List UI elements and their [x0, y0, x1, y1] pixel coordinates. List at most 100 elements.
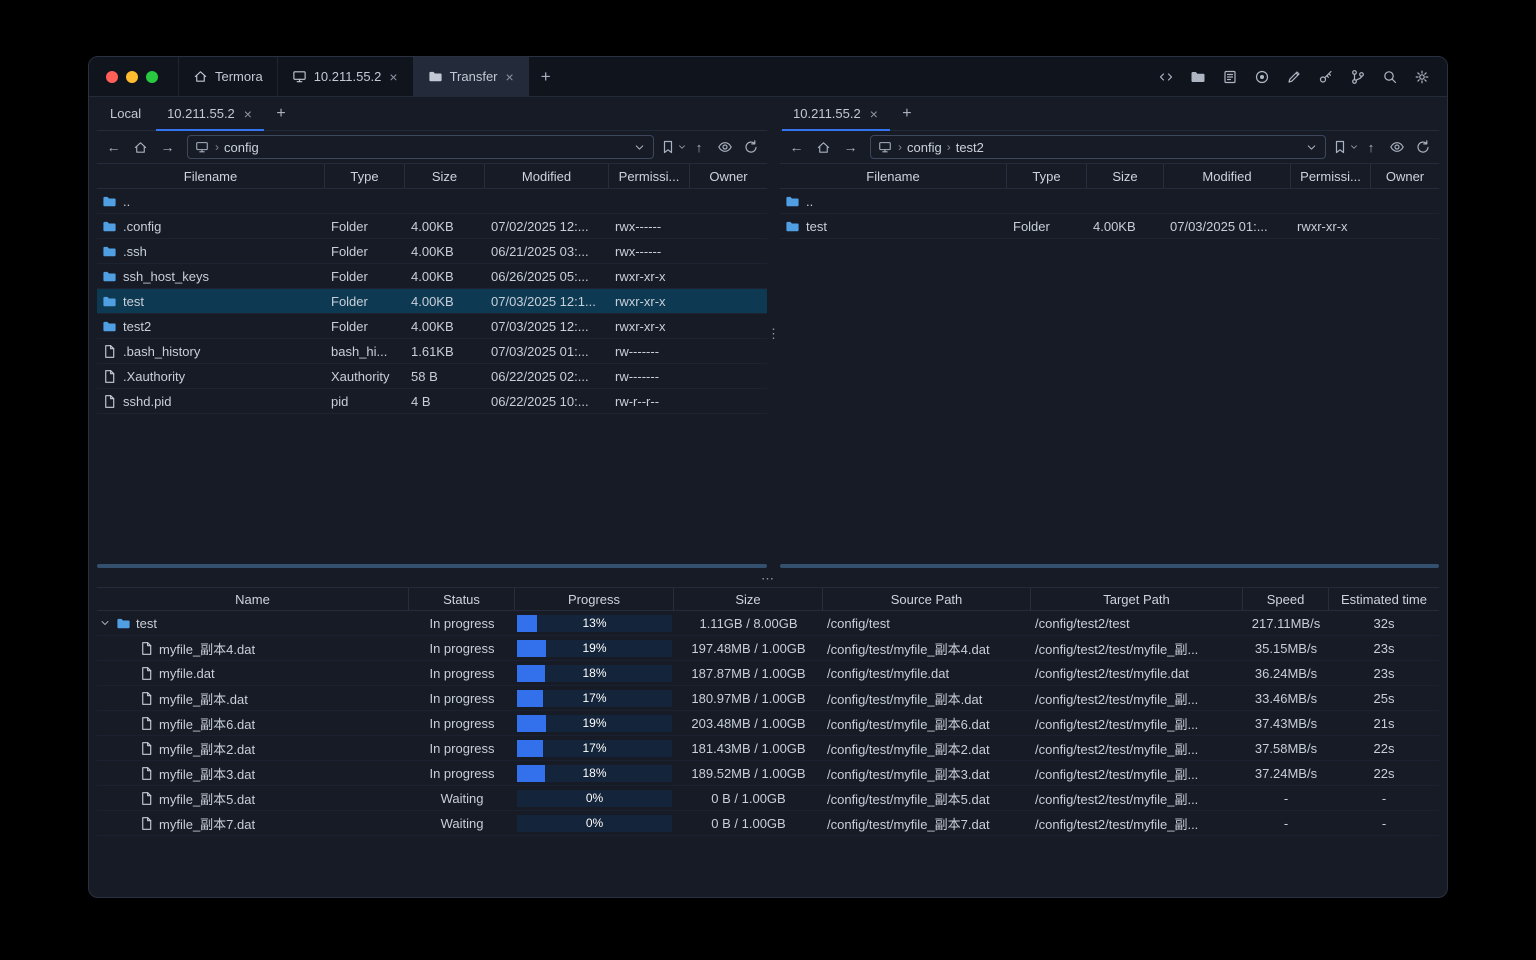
show-hidden-files-button[interactable]	[1385, 135, 1409, 159]
transfer-row[interactable]: myfile_副本3.dat In progress 18% 189.52MB …	[97, 761, 1439, 786]
add-pane-tab-button[interactable]: +	[892, 97, 922, 130]
titlebar-action-button[interactable]	[1281, 64, 1307, 90]
file-permissions: rwxr-xr-x	[615, 318, 666, 334]
column-header-permissions[interactable]: Permissi...	[609, 164, 690, 188]
column-header-size[interactable]: Size	[405, 164, 485, 188]
transfer-row[interactable]: myfile_副本7.dat Waiting 0% 0 B / 1.00GB /…	[97, 811, 1439, 836]
column-header-source-path[interactable]: Source Path	[823, 588, 1031, 610]
show-hidden-files-button[interactable]	[713, 135, 737, 159]
column-header-type[interactable]: Type	[1007, 164, 1087, 188]
titlebar-action-button[interactable]	[1185, 64, 1211, 90]
file-row[interactable]: ssh_host_keys Folder 4.00KB 06/26/2025 0…	[97, 264, 767, 289]
column-header-progress[interactable]: Progress	[515, 588, 674, 610]
bookmarks-button[interactable]	[661, 135, 685, 159]
zoom-window-button[interactable]	[146, 70, 158, 83]
file-row[interactable]: .ssh Folder 4.00KB 06/21/2025 03:... rwx…	[97, 239, 767, 264]
titlebar-action-button[interactable]	[1409, 64, 1435, 90]
close-icon[interactable]: ×	[388, 70, 398, 84]
column-header-name[interactable]: Name	[97, 588, 409, 610]
transfer-row[interactable]: myfile_副本2.dat In progress 17% 181.43MB …	[97, 736, 1439, 761]
transfer-row[interactable]: test In progress 13% 1.11GB / 8.00GB /co…	[97, 611, 1439, 636]
column-header-size[interactable]: Size	[674, 588, 823, 610]
column-header-owner[interactable]: Owner	[690, 164, 767, 188]
file-row[interactable]: test Folder 4.00KB 07/03/2025 12:1... rw…	[97, 289, 767, 314]
column-header-type[interactable]: Type	[325, 164, 405, 188]
file-pane-tab[interactable]: 10.211.55.2 ×	[780, 97, 892, 131]
column-header-speed[interactable]: Speed	[1243, 588, 1329, 610]
transfer-row[interactable]: myfile_副本4.dat In progress 19% 197.48MB …	[97, 636, 1439, 661]
refresh-button[interactable]	[739, 135, 763, 159]
minimize-window-button[interactable]	[126, 70, 138, 83]
titlebar-tab[interactable]: 10.211.55.2 ×	[276, 57, 413, 96]
file-row[interactable]: ..	[97, 189, 767, 214]
back-button[interactable]: ←	[101, 135, 126, 159]
titlebar-action-button[interactable]	[1249, 64, 1275, 90]
transfer-row[interactable]: myfile.dat In progress 18% 187.87MB / 1.…	[97, 661, 1439, 686]
upload-button[interactable]: ↑	[687, 135, 711, 159]
upload-button[interactable]: ↑	[1359, 135, 1383, 159]
titlebar-action-button[interactable]	[1217, 64, 1243, 90]
home-button[interactable]	[128, 135, 153, 159]
expand-chevron-icon[interactable]	[99, 617, 111, 629]
titlebar-action-button[interactable]	[1153, 64, 1179, 90]
horizontal-scrollbar[interactable]	[780, 564, 1439, 568]
horizontal-scrollbar[interactable]	[97, 564, 767, 568]
column-header-filename[interactable]: Filename	[780, 164, 1007, 188]
file-icon	[139, 816, 154, 831]
transfer-row[interactable]: myfile_副本.dat In progress 17% 180.97MB /…	[97, 686, 1439, 711]
back-button[interactable]: ←	[784, 135, 809, 159]
breadcrumb-segment[interactable]: › config	[898, 140, 942, 155]
horizontal-splitter[interactable]: ⋯	[89, 571, 1447, 587]
transfer-name: myfile_副本.dat	[159, 691, 248, 707]
column-header-estimated-time[interactable]: Estimated time	[1329, 588, 1439, 610]
titlebar-action-button[interactable]	[1377, 64, 1403, 90]
path-breadcrumb-bar[interactable]: › config › test2	[870, 135, 1326, 159]
column-header-size[interactable]: Size	[1087, 164, 1164, 188]
vertical-splitter[interactable]: ⋮	[767, 97, 780, 571]
new-tab-button[interactable]: +	[529, 57, 563, 96]
filename: ssh_host_keys	[123, 268, 209, 284]
column-header-filename[interactable]: Filename	[97, 164, 325, 188]
file-row[interactable]: .config Folder 4.00KB 07/02/2025 12:... …	[97, 214, 767, 239]
transfer-row[interactable]: myfile_副本6.dat In progress 19% 203.48MB …	[97, 711, 1439, 736]
forward-button[interactable]: →	[838, 135, 863, 159]
column-header-target-path[interactable]: Target Path	[1031, 588, 1243, 610]
chevron-down-icon[interactable]	[633, 141, 646, 154]
titlebar-action-button[interactable]	[1313, 64, 1339, 90]
titlebar-tab[interactable]: Transfer ×	[412, 57, 529, 96]
file-row[interactable]: .Xauthority Xauthority 58 B 06/22/2025 0…	[97, 364, 767, 389]
close-icon[interactable]: ×	[243, 107, 253, 121]
transfer-row[interactable]: myfile_副本5.dat Waiting 0% 0 B / 1.00GB /…	[97, 786, 1439, 811]
path-breadcrumb-bar[interactable]: › config	[187, 135, 654, 159]
file-row[interactable]: sshd.pid pid 4 B 06/22/2025 10:... rw-r-…	[97, 389, 767, 414]
refresh-button[interactable]	[1411, 135, 1435, 159]
transfer-eta: 22s	[1373, 740, 1395, 756]
file-size: 58 B	[411, 368, 438, 384]
forward-button[interactable]: →	[155, 135, 180, 159]
file-row[interactable]: test2 Folder 4.00KB 07/03/2025 12:... rw…	[97, 314, 767, 339]
column-header-owner[interactable]: Owner	[1371, 164, 1439, 188]
column-header-modified[interactable]: Modified	[1164, 164, 1291, 188]
file-row[interactable]: test Folder 4.00KB 07/03/2025 01:... rwx…	[780, 214, 1439, 239]
column-header-status[interactable]: Status	[409, 588, 515, 610]
close-window-button[interactable]	[106, 70, 118, 83]
add-pane-tab-button[interactable]: +	[266, 97, 296, 130]
file-pane-tab[interactable]: Local ×	[97, 97, 154, 130]
file-row[interactable]: ..	[780, 189, 1439, 214]
chevron-down-icon	[1349, 142, 1359, 152]
home-button[interactable]	[811, 135, 836, 159]
column-header-permissions[interactable]: Permissi...	[1291, 164, 1371, 188]
titlebar-tab[interactable]: Termora ×	[178, 57, 277, 96]
breadcrumb-segment[interactable]: › config	[215, 140, 259, 155]
bookmarks-button[interactable]	[1333, 135, 1357, 159]
file-row[interactable]: .bash_history bash_hi... 1.61KB 07/03/20…	[97, 339, 767, 364]
pencil-icon	[1286, 69, 1302, 85]
chevron-down-icon[interactable]	[1305, 141, 1318, 154]
display-icon	[878, 140, 892, 154]
close-icon[interactable]: ×	[869, 107, 879, 121]
breadcrumb-segment[interactable]: › test2	[947, 140, 984, 155]
titlebar-action-button[interactable]	[1345, 64, 1371, 90]
file-pane-tab[interactable]: 10.211.55.2 ×	[154, 97, 266, 131]
close-icon[interactable]: ×	[505, 70, 515, 84]
column-header-modified[interactable]: Modified	[485, 164, 609, 188]
